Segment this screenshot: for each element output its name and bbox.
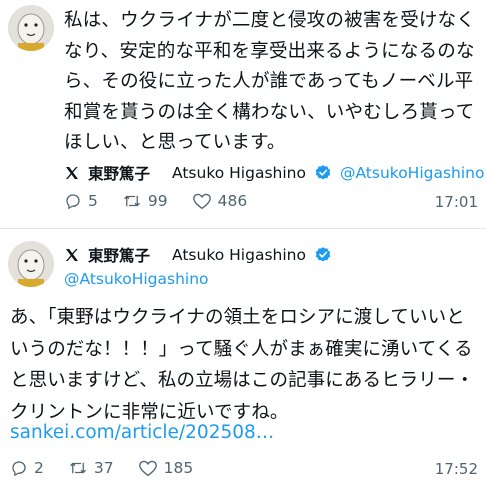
repost-button[interactable]: 99 [122,192,168,210]
engagement-bar: 2 37 185 [10,459,217,477]
author-name-en: Atsuko Higashino [172,164,306,182]
engagement-bar: 5 99 486 [64,192,271,210]
repost-button[interactable]: 37 [68,459,114,477]
timestamp[interactable]: 17:52 [435,460,478,478]
quoted-author-row[interactable]: 東野篤子 Atsuko Higashino @AtsukoHigashino [64,162,485,184]
like-icon [138,460,157,477]
like-count: 486 [217,192,248,210]
repost-icon [69,462,86,474]
like-count: 185 [163,459,194,477]
reply-count: 5 [88,192,98,210]
reply-icon [66,194,80,210]
author-row[interactable]: 東野篤子 Atsuko Higashino [64,244,332,266]
x-logo-icon [64,165,80,181]
avatar[interactable] [8,241,54,287]
timestamp[interactable]: 17:01 [435,193,478,211]
author-name-jp: 東野篤子 [88,247,151,265]
reply-button[interactable]: 2 [10,459,44,477]
reply-icon [12,461,26,477]
repost-count: 37 [93,459,114,477]
article-link[interactable]: sankei.com/article/202508… [10,422,274,443]
author-handle[interactable]: @AtsukoHigashino [64,270,209,288]
author-name-en: Atsuko Higashino [172,246,306,264]
tweet-text: 私は、ウクライナが二度と侵攻の被害を受けなくなり、安定的な平和を享受出来るように… [64,10,476,153]
divider [0,228,486,229]
avatar[interactable] [8,5,54,51]
tweet-text: あ、「東野はウクライナの領土をロシアに渡していいというのだな！！！」って騒ぐ人が… [10,307,475,423]
like-button[interactable]: 185 [138,459,194,477]
reply-button[interactable]: 5 [64,192,98,210]
like-icon [192,193,211,210]
like-button[interactable]: 486 [192,192,248,210]
author-handle[interactable]: @AtsukoHigashino [340,164,485,182]
repost-count: 99 [147,192,168,210]
verified-badge-icon [314,246,332,264]
repost-icon [123,195,140,207]
x-logo-icon [64,247,80,263]
author-handle-row[interactable]: @AtsukoHigashino [64,270,209,288]
reply-count: 2 [34,459,44,477]
verified-badge-icon [314,164,332,182]
author-name-jp: 東野篤子 [88,165,151,183]
